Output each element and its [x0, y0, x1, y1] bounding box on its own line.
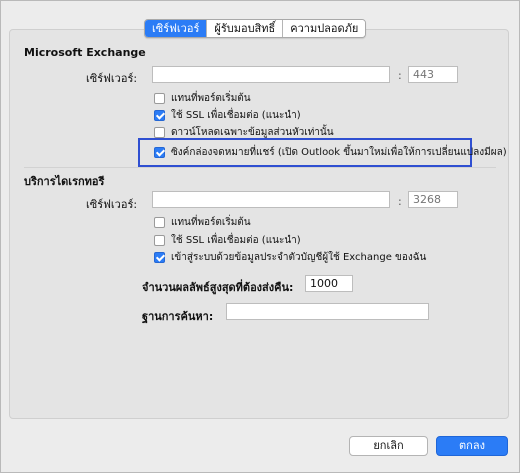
exchange-headers-only-label: ดาวน์โหลดเฉพาะข้อมูลส่วนหัวเท่านั้น — [171, 127, 334, 138]
directory-use-ssl-option[interactable]: ใช้ SSL เพื่อเชื่อมต่อ (แนะนำ) — [154, 233, 301, 248]
exchange-use-ssl-option[interactable]: ใช้ SSL เพื่อเชื่อมต่อ (แนะนำ) — [154, 108, 301, 123]
exchange-headers-only-option[interactable]: ดาวน์โหลดเฉพาะข้อมูลส่วนหัวเท่านั้น — [154, 125, 334, 140]
directory-use-exchange-credentials-label: เข้าสู่ระบบด้วยข้อมูลประจำตัวบัญชีผู้ใช้… — [171, 252, 427, 263]
directory-override-port-option[interactable]: แทนที่พอร์ตเริ่มต้น — [154, 215, 251, 230]
directory-override-port-label: แทนที่พอร์ตเริ่มต้น — [171, 217, 251, 228]
exchange-override-port-option[interactable]: แทนที่พอร์ตเริ่มต้น — [154, 91, 251, 106]
directory-server-input[interactable] — [152, 191, 390, 208]
directory-section-title: บริการไดเรกทอรี — [24, 175, 105, 188]
settings-panel — [9, 29, 509, 419]
ok-button[interactable]: ตกลง — [436, 436, 508, 456]
directory-use-ssl-checkbox[interactable] — [154, 235, 165, 246]
exchange-headers-only-checkbox[interactable] — [154, 127, 165, 138]
tab-server[interactable]: เซิร์ฟเวอร์ — [145, 20, 207, 37]
directory-port-input[interactable] — [408, 191, 458, 208]
exchange-use-ssl-label: ใช้ SSL เพื่อเชื่อมต่อ (แนะนำ) — [171, 110, 301, 121]
directory-server-label: เซิร์ฟเวอร์: — [86, 198, 138, 211]
exchange-port-input[interactable] — [408, 66, 458, 83]
tab-security[interactable]: ความปลอดภัย — [282, 20, 366, 37]
tab-bar: เซิร์ฟเวอร์ ผู้รับมอบสิทธิ์ ความปลอดภัย — [144, 19, 367, 38]
exchange-port-colon: : — [398, 69, 402, 82]
max-results-label: จำนวนผลลัพธ์สูงสุดที่ต้องส่งคืน: — [142, 281, 294, 294]
exchange-sync-shared-mailboxes-label: ซิงค์กล่องจดหมายที่แชร์ (เปิด Outlook ขึ… — [171, 147, 507, 158]
exchange-server-label: เซิร์ฟเวอร์: — [86, 72, 138, 85]
directory-use-ssl-label: ใช้ SSL เพื่อเชื่อมต่อ (แนะนำ) — [171, 235, 301, 246]
directory-override-port-checkbox[interactable] — [154, 217, 165, 228]
exchange-sync-shared-mailboxes-checkbox[interactable] — [154, 147, 165, 158]
exchange-sync-shared-mailboxes-option[interactable]: ซิงค์กล่องจดหมายที่แชร์ (เปิด Outlook ขึ… — [154, 145, 507, 160]
directory-port-colon: : — [398, 195, 402, 208]
exchange-override-port-checkbox[interactable] — [154, 93, 165, 104]
max-results-input[interactable] — [305, 275, 353, 292]
directory-use-exchange-credentials-checkbox[interactable] — [154, 252, 165, 263]
exchange-use-ssl-checkbox[interactable] — [154, 110, 165, 121]
section-separator — [24, 167, 496, 168]
directory-use-exchange-credentials-option[interactable]: เข้าสู่ระบบด้วยข้อมูลประจำตัวบัญชีผู้ใช้… — [154, 250, 426, 265]
exchange-server-input[interactable] — [152, 66, 390, 83]
search-base-label: ฐานการค้นหา: — [142, 310, 214, 323]
cancel-button[interactable]: ยกเลิก — [349, 436, 428, 456]
exchange-override-port-label: แทนที่พอร์ตเริ่มต้น — [171, 93, 251, 104]
exchange-section-title: Microsoft Exchange — [24, 46, 146, 59]
search-base-input[interactable] — [226, 303, 429, 320]
tab-delegates[interactable]: ผู้รับมอบสิทธิ์ — [206, 20, 283, 37]
